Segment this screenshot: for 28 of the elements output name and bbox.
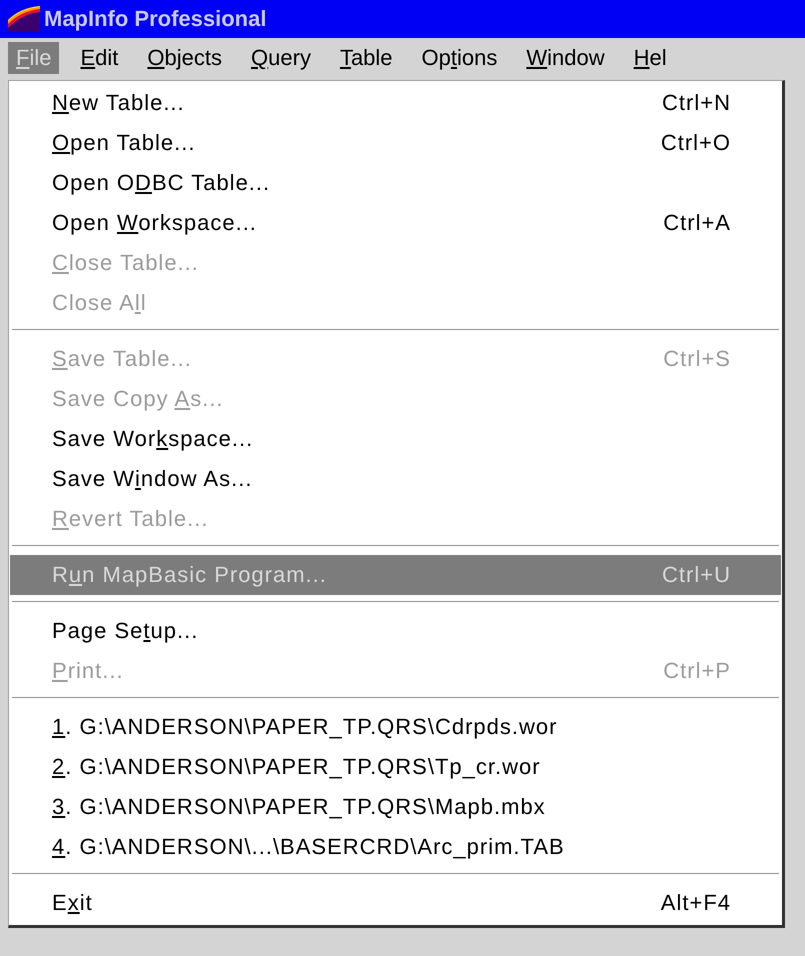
- menu-bar-item[interactable]: Table: [332, 42, 401, 74]
- menu-bar-item[interactable]: Window: [518, 42, 613, 74]
- menu-item[interactable]: New Table... Ctrl+N: [10, 83, 781, 123]
- shortcut-label: Ctrl+A: [663, 210, 731, 236]
- app-logo-icon: [8, 6, 40, 32]
- menu-item[interactable]: 2. G:\ANDERSON\PAPER_TP.QRS\Tp_cr.wor: [10, 747, 781, 787]
- shortcut-label: Ctrl+O: [660, 130, 731, 156]
- menu-bar-item[interactable]: Edit: [72, 42, 126, 74]
- menu-bar-item[interactable]: Objects: [139, 42, 230, 74]
- menu-item[interactable]: 3. G:\ANDERSON\PAPER_TP.QRS\Mapb.mbx: [10, 787, 781, 827]
- menu-item[interactable]: Save Window As...: [10, 459, 781, 499]
- menu-item[interactable]: Open Table... Ctrl+O: [10, 123, 781, 163]
- menu-item[interactable]: Open Workspace... Ctrl+A: [10, 203, 781, 243]
- shortcut-label: Ctrl+P: [663, 658, 731, 684]
- menu-item[interactable]: 1. G:\ANDERSON\PAPER_TP.QRS\Cdrpds.wor: [10, 707, 781, 747]
- menu-bar-item[interactable]: Hel: [626, 42, 675, 74]
- shortcut-label: Ctrl+S: [663, 346, 731, 372]
- menu-item[interactable]: 4. G:\ANDERSON\...\BASERCRD\Arc_prim.TAB: [10, 827, 781, 867]
- menu-item[interactable]: Page Setup...: [10, 611, 781, 651]
- menu-bar-item[interactable]: Query: [243, 42, 319, 74]
- menu-item[interactable]: Exit Alt+F4: [10, 883, 781, 923]
- shortcut-label: Alt+F4: [660, 890, 731, 916]
- window-title: MapInfo Professional: [44, 6, 266, 32]
- menu-bar-item[interactable]: Options: [414, 42, 506, 74]
- menu-item[interactable]: Open ODBC Table...: [10, 163, 781, 203]
- shortcut-label: Ctrl+U: [662, 562, 731, 588]
- menu-item[interactable]: Save Workspace...: [10, 419, 781, 459]
- shortcut-label: Ctrl+N: [662, 90, 731, 116]
